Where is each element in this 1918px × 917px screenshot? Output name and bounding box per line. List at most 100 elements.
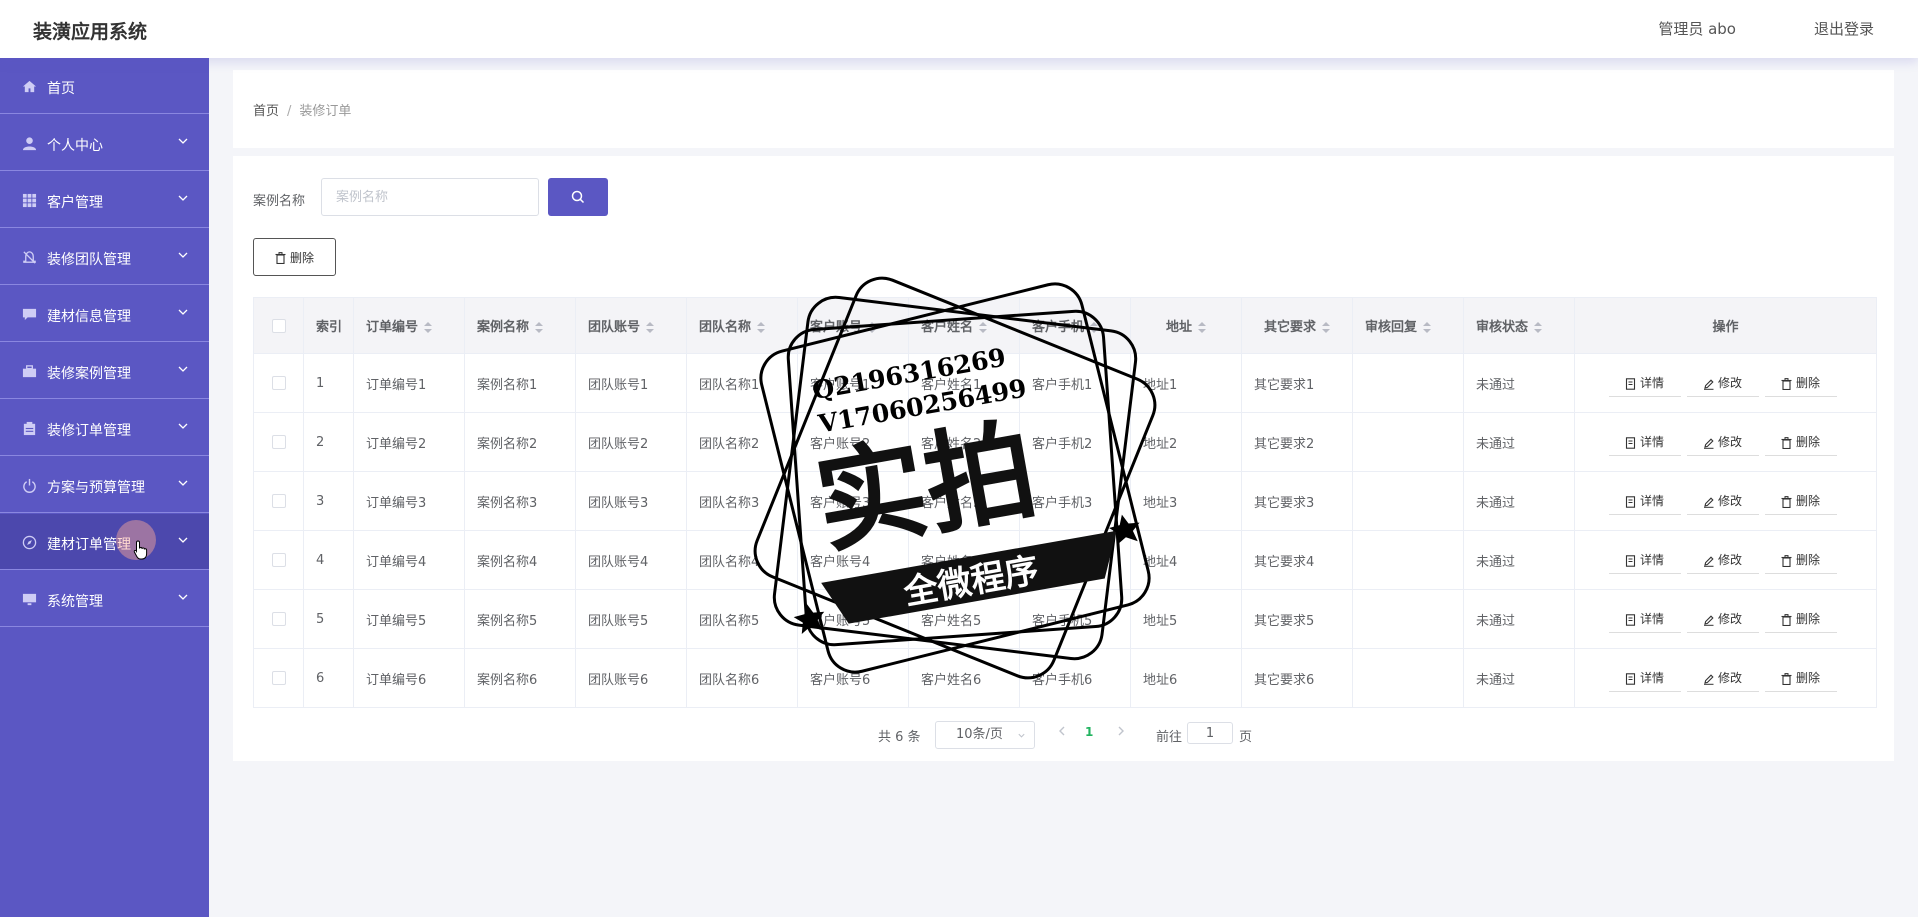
trash-icon <box>1781 554 1792 567</box>
column-header-customer-account[interactable]: 客户账号 <box>797 297 909 354</box>
column-header-actions: 操作 <box>1574 297 1877 354</box>
actions-cell: 详情 修改 删除 <box>1574 412 1877 472</box>
row-checkbox[interactable] <box>271 494 286 508</box>
detail-button[interactable]: 详情 <box>1608 428 1681 456</box>
sidebar-item-materials[interactable]: 建材信息管理 <box>0 286 209 342</box>
column-header-order-no[interactable]: 订单编号 <box>353 297 465 354</box>
page-size-select[interactable]: 10条/页 <box>935 721 1035 749</box>
logout-link[interactable]: 退出登录 <box>1814 18 1874 39</box>
column-header-case-name[interactable]: 案例名称 <box>464 297 576 354</box>
row-delete-button[interactable]: 删除 <box>1764 487 1837 515</box>
edit-button[interactable]: 修改 <box>1686 369 1759 397</box>
sort-icon[interactable] <box>1423 321 1432 334</box>
team-account-cell: 团队账号3 <box>575 471 687 531</box>
address-cell: 地址3 <box>1130 471 1242 531</box>
table-body: 1 订单编号1 案例名称1 团队账号1 团队名称1 客户账号1 客户姓名1 客户手机1 地址1 其… <box>253 353 1877 708</box>
column-header-review-status[interactable]: 审核状态 <box>1463 297 1575 354</box>
row-delete-button[interactable]: 删除 <box>1764 546 1837 574</box>
row-checkbox[interactable] <box>271 376 286 390</box>
sidebar-item-teams[interactable]: 装修团队管理 <box>0 229 209 285</box>
sidebar-item-label: 客户管理 <box>47 195 103 211</box>
batch-delete-button[interactable]: 删除 <box>253 238 336 276</box>
row-delete-button[interactable]: 删除 <box>1764 428 1837 456</box>
column-header-address[interactable]: 地址 <box>1130 297 1242 354</box>
edit-button[interactable]: 修改 <box>1686 428 1759 456</box>
chevron-down-icon <box>178 594 188 600</box>
app-title: 装潢应用系统 <box>33 21 148 43</box>
customer-account-cell: 客户账号3 <box>797 471 909 531</box>
sort-icon[interactable] <box>1322 321 1330 334</box>
detail-button[interactable]: 详情 <box>1608 605 1681 633</box>
sort-icon[interactable] <box>1534 321 1543 334</box>
pencil-icon <box>1703 496 1714 508</box>
sidebar-item-system[interactable]: 系统管理 <box>0 571 209 627</box>
select-all-checkbox[interactable] <box>271 318 286 333</box>
index-cell: 5 <box>303 589 354 649</box>
edit-button[interactable]: 修改 <box>1686 664 1759 692</box>
goto-page-input[interactable] <box>1187 722 1233 744</box>
case-name-search-input[interactable] <box>321 178 539 216</box>
row-delete-button[interactable]: 删除 <box>1764 369 1837 397</box>
sort-icon[interactable] <box>535 321 544 334</box>
other-requirements-cell: 其它要求6 <box>1241 648 1353 708</box>
prev-page-icon[interactable] <box>1056 724 1068 738</box>
trash-icon <box>1781 613 1792 626</box>
breadcrumb-home[interactable]: 首页 <box>253 104 279 119</box>
sidebar-item-material-orders[interactable]: 建材订单管理 <box>0 514 209 570</box>
sort-icon[interactable] <box>646 321 655 334</box>
clipboard-icon <box>23 421 36 436</box>
search-button[interactable] <box>548 178 608 216</box>
sort-icon[interactable] <box>424 321 433 334</box>
column-header-team-name[interactable]: 团队名称 <box>686 297 798 354</box>
next-page-icon[interactable] <box>1115 724 1127 738</box>
page-number-current[interactable]: 1 <box>1085 725 1093 739</box>
action-label: 删除 <box>1795 553 1820 567</box>
detail-button[interactable]: 详情 <box>1608 546 1681 574</box>
monitor-icon <box>22 593 37 606</box>
sidebar-item-customers[interactable]: 客户管理 <box>0 172 209 228</box>
edit-button[interactable]: 修改 <box>1686 487 1759 515</box>
team-account-cell: 团队账号2 <box>575 412 687 472</box>
column-header-other-requirements[interactable]: 其它要求 <box>1241 297 1353 354</box>
customer-phone-cell: 客户手机5 <box>1019 589 1131 649</box>
column-header-customer-phone[interactable]: 客户手机 <box>1019 297 1131 354</box>
column-header-team-account[interactable]: 团队账号 <box>575 297 687 354</box>
detail-button[interactable]: 详情 <box>1608 664 1681 692</box>
sort-icon[interactable] <box>1090 321 1099 334</box>
sidebar-item-home[interactable]: 首页 <box>0 58 209 114</box>
detail-button[interactable]: 详情 <box>1608 487 1681 515</box>
table-row: 6 订单编号6 案例名称6 团队账号6 团队名称6 客户账号6 客户姓名6 客户手机6 地址6 其… <box>253 648 1877 708</box>
row-delete-button[interactable]: 删除 <box>1764 664 1837 692</box>
column-header-customer-name[interactable]: 客户姓名 <box>908 297 1020 354</box>
edit-button[interactable]: 修改 <box>1686 605 1759 633</box>
sidebar-item-cases[interactable]: 装修案例管理 <box>0 343 209 399</box>
customer-name-cell: 客户姓名1 <box>908 353 1020 413</box>
action-label: 修改 <box>1717 494 1742 508</box>
pagination-total: 共 6 条 <box>878 730 921 745</box>
sort-icon[interactable] <box>979 321 988 334</box>
customer-phone-cell: 客户手机4 <box>1019 530 1131 590</box>
order-no-cell: 订单编号4 <box>353 530 465 590</box>
row-checkbox[interactable] <box>271 671 286 685</box>
column-header-review-reply[interactable]: 审核回复 <box>1352 297 1464 354</box>
order-no-cell: 订单编号6 <box>353 648 465 708</box>
sidebar-item-decoration-orders[interactable]: 装修订单管理 <box>0 400 209 456</box>
trash-icon <box>1781 377 1792 390</box>
sort-icon[interactable] <box>868 321 877 334</box>
edit-button[interactable]: 修改 <box>1686 546 1759 574</box>
sidebar-item-label: 装修案例管理 <box>47 366 131 382</box>
sort-icon[interactable] <box>1198 321 1206 334</box>
row-checkbox[interactable] <box>271 435 286 449</box>
action-label: 详情 <box>1639 553 1664 567</box>
index-cell: 1 <box>303 353 354 413</box>
detail-button[interactable]: 详情 <box>1608 369 1681 397</box>
sidebar-item-plans-budget[interactable]: 方案与预算管理 <box>0 457 209 513</box>
hand-cursor-icon <box>133 540 148 560</box>
row-checkbox[interactable] <box>271 612 286 626</box>
customer-account-cell: 客户账号6 <box>797 648 909 708</box>
review-status-cell: 未通过 <box>1463 589 1575 649</box>
row-checkbox[interactable] <box>271 553 286 567</box>
row-delete-button[interactable]: 删除 <box>1764 605 1837 633</box>
sort-icon[interactable] <box>757 321 766 334</box>
sidebar-item-personal-center[interactable]: 个人中心 <box>0 115 209 171</box>
